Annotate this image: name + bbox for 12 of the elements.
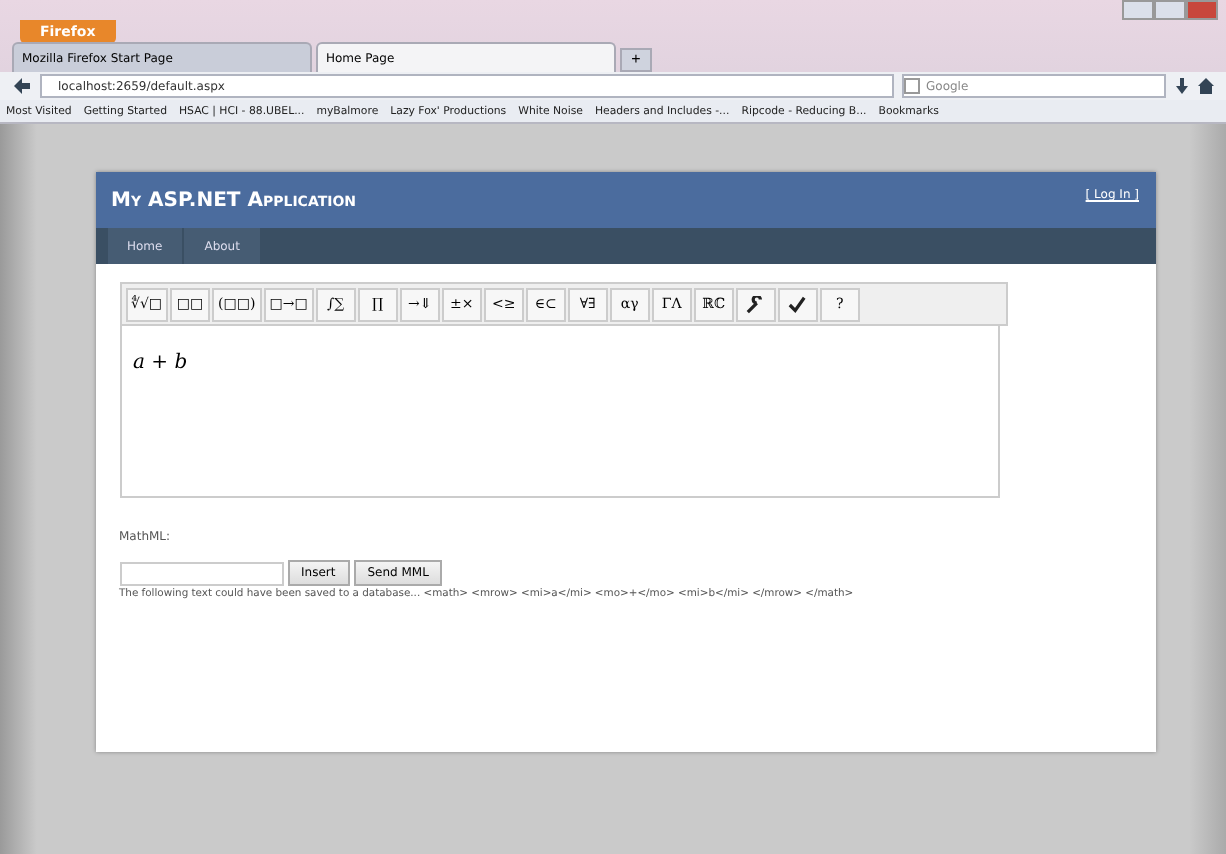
home-icon[interactable] <box>1198 78 1214 94</box>
wrench-icon <box>746 295 765 313</box>
formula-editor[interactable]: a + b <box>119 326 999 498</box>
site-title: My ASP.NET Application <box>111 189 357 211</box>
back-icon[interactable] <box>12 76 32 96</box>
toolbar-button[interactable] <box>735 287 776 321</box>
new-tab-button[interactable]: + <box>620 48 652 72</box>
toolbar-button[interactable] <box>777 287 818 321</box>
download-icon[interactable] <box>1174 78 1190 94</box>
mathml-input[interactable] <box>119 561 283 585</box>
formula-text: a + b <box>133 352 188 374</box>
check-icon <box>788 295 807 313</box>
